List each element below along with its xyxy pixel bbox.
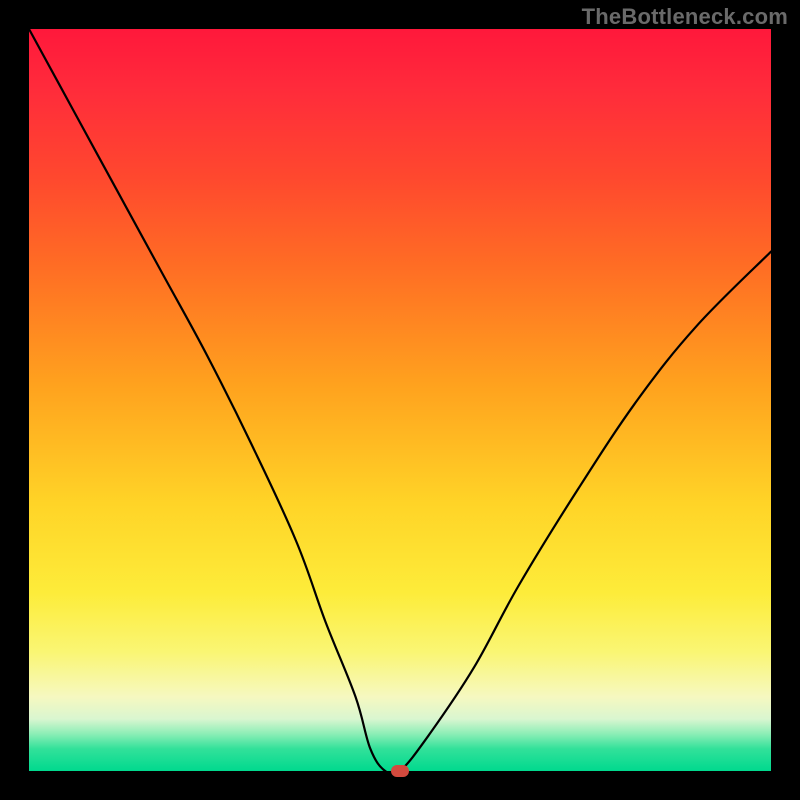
chart-frame: TheBottleneck.com xyxy=(0,0,800,800)
curve-layer xyxy=(29,29,771,771)
bottleneck-curve xyxy=(29,29,771,775)
watermark-text: TheBottleneck.com xyxy=(582,4,788,30)
optimal-point-marker xyxy=(391,765,409,777)
plot-area xyxy=(29,29,771,771)
